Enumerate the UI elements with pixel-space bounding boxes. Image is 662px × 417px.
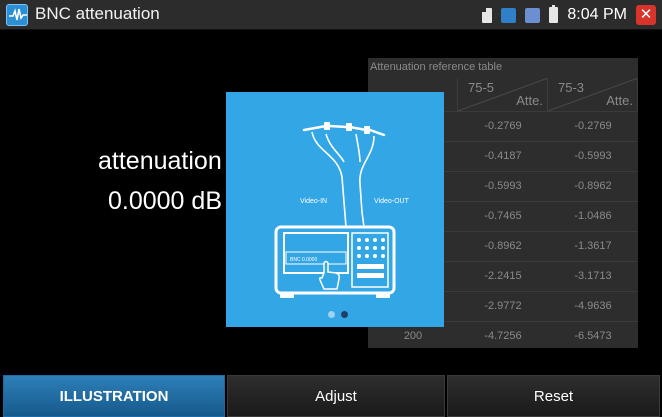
clock: 8:04 PM xyxy=(567,6,627,23)
illustration-popup[interactable]: Video-IN Video-OUT BNC 0.0000 xyxy=(226,92,444,327)
attenuation-value: 0.0000 dB xyxy=(108,187,222,215)
reference-table-title: Attenuation reference table xyxy=(370,61,503,73)
device-screen-text: BNC 0.0000 xyxy=(290,257,317,263)
button-bar: ILLUSTRATION Adjust Reset xyxy=(0,375,662,417)
gallery-app-icon xyxy=(525,7,541,23)
media-app-icon xyxy=(501,7,517,23)
bnc-wiring-illustration: Video-IN Video-OUT BNC 0.0000 xyxy=(274,122,410,298)
page-dot-1[interactable] xyxy=(328,311,335,318)
window-title: BNC attenuation xyxy=(35,4,160,23)
adjust-button[interactable]: Adjust xyxy=(227,375,445,417)
sd-card-icon xyxy=(482,7,493,23)
header-cell-75-3: 75-3 Atte. xyxy=(548,78,638,111)
close-button[interactable]: ✕ xyxy=(636,5,656,25)
video-out-label: Video-OUT xyxy=(374,198,410,205)
page-dot-2[interactable] xyxy=(341,311,348,318)
video-in-label: Video-IN xyxy=(300,198,327,205)
title-bar: BNC attenuation 8:04 PM ✕ xyxy=(0,0,662,30)
header-cell-75-5: 75-5 Atte. xyxy=(458,78,548,111)
reset-button[interactable]: Reset xyxy=(447,375,660,417)
illustration-button[interactable]: ILLUSTRATION xyxy=(3,375,225,417)
pulse-app-icon xyxy=(6,4,28,26)
attenuation-label: attenuation xyxy=(98,147,222,175)
status-area: 8:04 PM ✕ xyxy=(482,4,656,26)
battery-icon xyxy=(549,5,559,23)
page-indicator xyxy=(328,311,348,318)
